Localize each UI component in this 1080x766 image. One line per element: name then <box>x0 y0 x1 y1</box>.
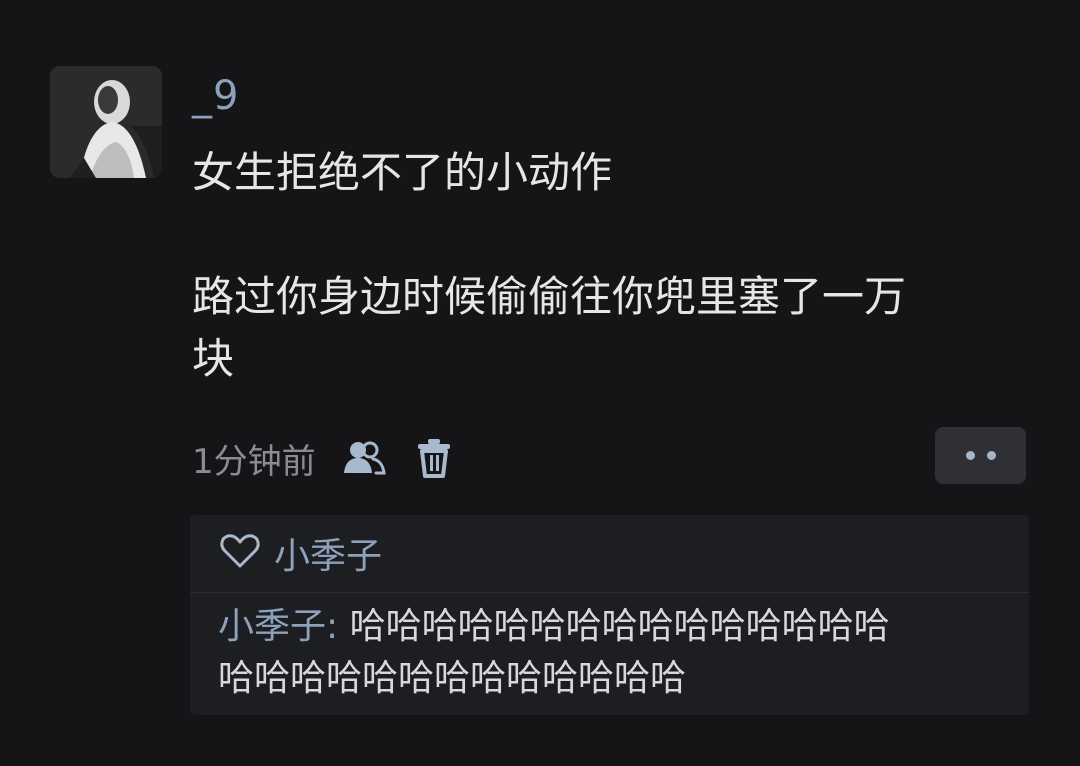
more-button[interactable] <box>935 427 1026 484</box>
username[interactable]: _9 <box>192 70 239 122</box>
avatar-image <box>50 66 162 178</box>
reply-text-part: 哈哈哈哈哈哈哈哈哈哈哈哈哈哈哈 <box>349 606 890 647</box>
divider <box>190 592 1029 593</box>
post-timestamp: 1分钟前 <box>192 441 316 482</box>
post-meta-row: 1分钟前 <box>192 432 456 484</box>
more-dot <box>965 451 975 460</box>
avatar[interactable] <box>50 66 162 178</box>
heart-outline-icon[interactable] <box>220 533 260 573</box>
liked-by-name[interactable]: 小季子 <box>274 527 382 579</box>
post-body-line: 路过你身边时候偷偷往你兜里塞了一万 <box>192 272 907 321</box>
more-dot <box>986 451 996 460</box>
reply-line: 小季子: 哈哈哈哈哈哈哈哈哈哈哈哈哈哈哈 <box>218 601 1018 653</box>
reply-author[interactable]: 小季子: <box>218 606 338 647</box>
post-title-line: 女生拒绝不了的小动作 <box>192 148 613 197</box>
post-body-line: 块 <box>192 334 235 383</box>
reply-box: 小季子 小季子: 哈哈哈哈哈哈哈哈哈哈哈哈哈哈哈 哈哈哈哈哈哈哈哈哈哈哈哈哈 <box>190 515 1029 715</box>
post-body: 女生拒绝不了的小动作 路过你身边时候偷偷往你兜里塞了一万 块 <box>192 142 1052 390</box>
reply-line: 哈哈哈哈哈哈哈哈哈哈哈哈哈 <box>218 658 687 699</box>
likes-row: 小季子 <box>220 531 382 577</box>
comment-page: _9 女生拒绝不了的小动作 路过你身边时候偷偷往你兜里塞了一万 块 1分钟前 小… <box>0 0 1080 766</box>
reply-comment: 小季子: 哈哈哈哈哈哈哈哈哈哈哈哈哈哈哈 哈哈哈哈哈哈哈哈哈哈哈哈哈 <box>218 601 1018 705</box>
trash-icon[interactable] <box>412 436 456 480</box>
users-icon[interactable] <box>342 436 386 480</box>
